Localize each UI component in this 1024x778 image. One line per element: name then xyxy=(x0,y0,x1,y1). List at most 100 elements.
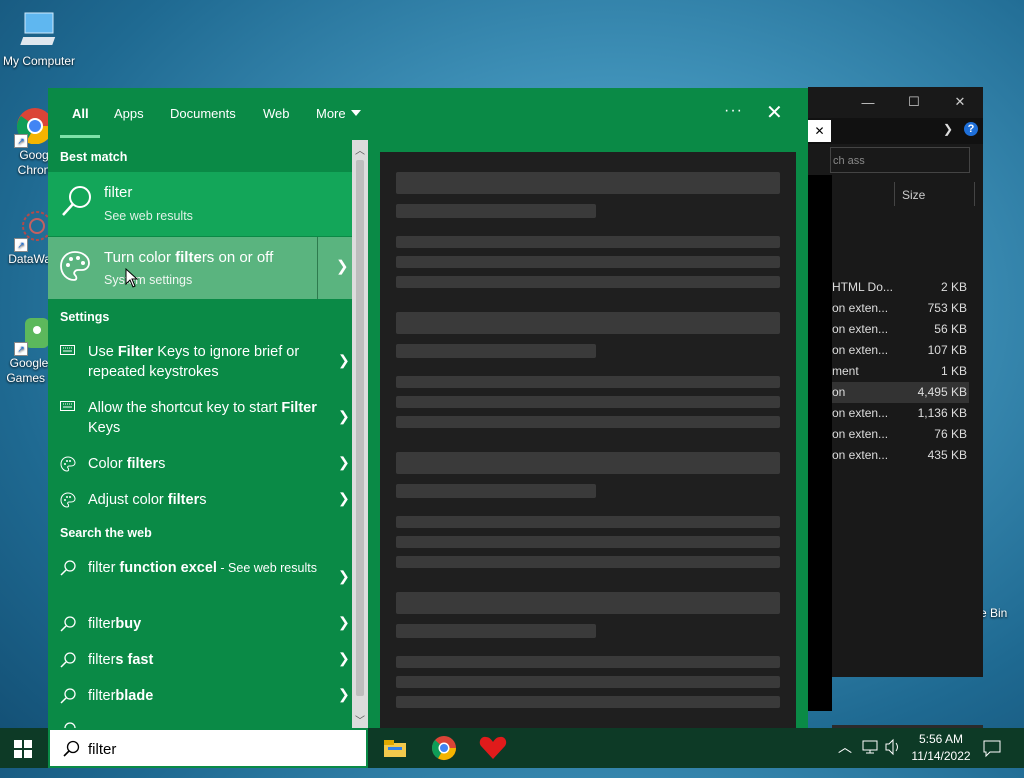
best-match-item[interactable]: filter See web results xyxy=(48,172,352,236)
preview-pane-loading xyxy=(380,152,796,728)
title-part: rs on or off xyxy=(201,249,274,266)
color-filters-setting-item[interactable]: Turn color filters on or off System sett… xyxy=(48,237,352,299)
table-row[interactable]: on exten... 76 KB xyxy=(832,424,969,445)
close-icon[interactable]: ✕ xyxy=(937,94,983,110)
label-part: Use xyxy=(88,344,118,360)
desktop-icon-my-computer[interactable]: My Computer xyxy=(1,10,77,68)
settings-item[interactable]: Color filters ❯ xyxy=(48,454,352,478)
explorer-search-input[interactable]: ch ass xyxy=(830,147,970,173)
results-scrollbar[interactable]: ︿ ﹀ xyxy=(352,140,368,728)
item-subtitle: System settings xyxy=(104,273,193,287)
chevron-right-icon[interactable]: ❯ xyxy=(338,454,350,471)
recycle-bin-label[interactable]: e Bin xyxy=(980,606,1007,620)
tab-documents[interactable]: Documents xyxy=(170,106,236,121)
label-match: Filter xyxy=(281,400,317,416)
tab-more-label: More xyxy=(316,106,346,121)
column-size[interactable]: Size xyxy=(902,188,925,202)
table-row[interactable]: HTML Do... 2 KB xyxy=(832,277,969,298)
table-row[interactable]: on 4,495 KB xyxy=(832,382,969,403)
shortcut-arrow-icon: ↗ xyxy=(14,238,28,252)
volume-icon[interactable] xyxy=(884,738,902,778)
item-label: filterbuy xyxy=(88,614,318,634)
scroll-up-icon[interactable]: ︿ xyxy=(355,142,365,157)
label-part: filter xyxy=(88,688,116,704)
clock-time: 5:56 AM xyxy=(918,732,964,746)
shortcut-arrow-icon: ↗ xyxy=(14,342,28,356)
tab-more[interactable]: More xyxy=(316,106,361,121)
settings-item[interactable]: Adjust color filters ❯ xyxy=(48,490,352,514)
explorer-titlebar: — ☐ ✕ xyxy=(808,87,983,117)
settings-heading: Settings xyxy=(60,310,110,324)
maximize-icon[interactable]: ☐ xyxy=(891,94,937,110)
web-result-item[interactable]: filter function excel - See web results … xyxy=(48,558,352,602)
more-options-icon[interactable]: ··· xyxy=(724,102,743,120)
settings-item[interactable]: Allow the shortcut key to start Filter K… xyxy=(48,398,352,442)
shortcut-arrow-icon: ↗ xyxy=(14,134,28,148)
file-explorer-taskbar-icon[interactable] xyxy=(380,734,410,762)
scrollbar-thumb[interactable] xyxy=(356,160,364,696)
table-row[interactable]: on exten... 753 KB xyxy=(832,298,969,319)
close-icon[interactable]: ✕ xyxy=(766,100,783,125)
chevron-right-icon[interactable]: ❯ xyxy=(338,490,350,507)
chevron-right-icon[interactable]: ❯ xyxy=(338,568,350,585)
tab-apps[interactable]: Apps xyxy=(114,106,144,121)
chevron-right-icon[interactable]: ❯ xyxy=(336,257,349,275)
chevron-right-icon[interactable]: ❯ xyxy=(338,686,350,703)
web-result-item[interactable]: filterbuy ❯ xyxy=(48,614,352,638)
help-icon[interactable]: ? xyxy=(964,122,978,136)
search-icon xyxy=(60,652,76,672)
network-icon[interactable] xyxy=(862,738,880,778)
mouse-cursor-icon xyxy=(125,268,139,288)
chevron-down-icon[interactable]: ❯ xyxy=(943,122,953,136)
label-part: Color xyxy=(88,456,127,472)
taskbar-search-box[interactable] xyxy=(48,728,368,768)
results-list: Best match filter See web results Turn c… xyxy=(48,140,352,728)
web-result-item[interactable]: filterblade ❯ xyxy=(48,686,352,710)
chevron-right-icon[interactable]: ❯ xyxy=(338,408,350,425)
table-row[interactable]: on exten... 56 KB xyxy=(832,319,969,340)
best-match-subtitle: See web results xyxy=(104,209,193,223)
chevron-right-icon[interactable]: ❯ xyxy=(338,352,350,369)
table-row[interactable]: ment 1 KB xyxy=(832,361,969,382)
table-row[interactable]: on exten... 1,136 KB xyxy=(832,403,969,424)
item-label: filters fast xyxy=(88,650,318,670)
settings-item[interactable]: Use Filter Keys to ignore brief or repea… xyxy=(48,342,352,386)
tab-all[interactable]: All xyxy=(72,106,89,121)
minimize-icon[interactable]: — xyxy=(845,95,891,110)
search-web-heading: Search the web xyxy=(60,526,152,540)
web-result-item-partial[interactable] xyxy=(48,720,352,728)
label-match: Filter xyxy=(117,344,154,360)
web-result-item[interactable]: filters fast ❯ xyxy=(48,650,352,674)
tab-web[interactable]: Web xyxy=(263,106,290,121)
label-match: s fast xyxy=(115,652,154,668)
chevron-right-icon[interactable]: ❯ xyxy=(338,614,350,631)
search-icon xyxy=(60,616,76,636)
heart-app-taskbar-icon[interactable] xyxy=(478,734,508,762)
search-icon xyxy=(60,688,76,708)
file-explorer-window[interactable]: — ☐ ✕ ✕ ❯ ? ch ass Size HTML Do... 2 KB o… xyxy=(808,87,983,766)
search-icon xyxy=(60,184,94,223)
notification-icon[interactable] xyxy=(982,738,1002,778)
scroll-down-icon[interactable]: ﹀ xyxy=(355,712,365,727)
chrome-taskbar-icon[interactable] xyxy=(429,734,459,762)
system-clock[interactable]: 5:56 AM 11/14/2022 xyxy=(908,731,974,765)
desktop-icon-label: Google Games I xyxy=(6,356,52,385)
chevron-right-icon[interactable]: ❯ xyxy=(338,650,350,667)
caret-down-icon xyxy=(350,110,361,116)
divider xyxy=(317,237,318,299)
table-row[interactable]: on exten... 107 KB xyxy=(832,340,969,361)
label-match: buy xyxy=(115,616,142,632)
item-title: Turn color filters on or off xyxy=(104,249,273,266)
search-input[interactable] xyxy=(88,738,348,760)
label-part: Allow the shortcut key to start xyxy=(88,400,282,416)
close-icon[interactable]: ✕ xyxy=(808,120,831,142)
explorer-address-bar[interactable]: ✕ ❯ ? xyxy=(808,118,983,144)
palette-icon xyxy=(60,456,76,476)
table-row[interactable]: on exten... 435 KB xyxy=(832,445,969,466)
label-part: filter xyxy=(88,616,116,632)
windows-start-icon[interactable] xyxy=(14,740,32,758)
label-part: Keys xyxy=(88,420,121,436)
item-label: Adjust color filters xyxy=(88,490,318,510)
chevron-up-icon[interactable]: ︿ xyxy=(838,737,852,777)
label-part: s xyxy=(158,456,166,472)
